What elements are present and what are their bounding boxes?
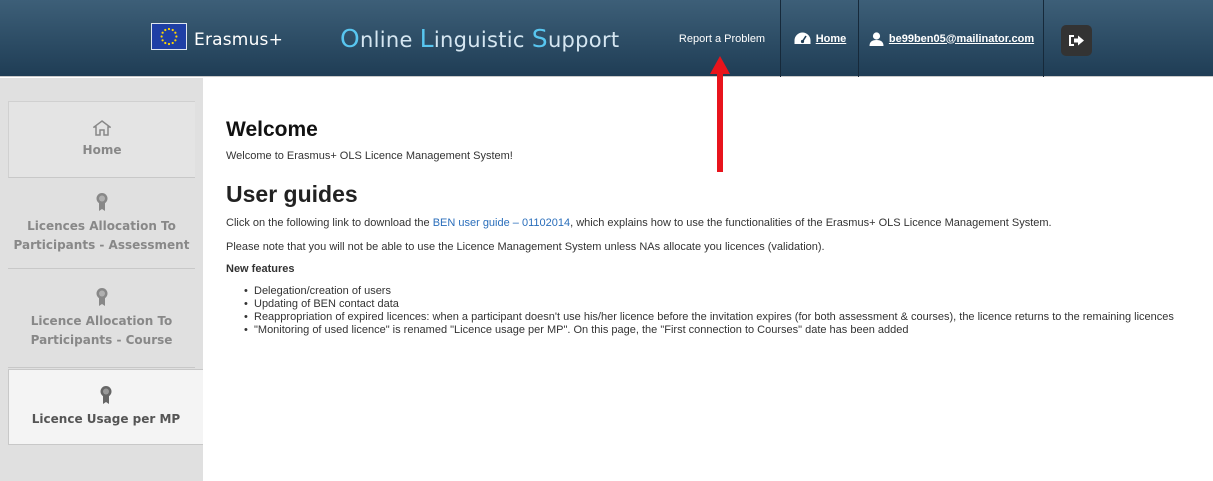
eu-flag-icon — [151, 23, 187, 50]
features-list: Delegation/creation of users Updating of… — [226, 285, 1201, 337]
ribbon-icon — [100, 386, 112, 404]
title-letter: L — [419, 24, 434, 53]
sidebar-item-label-line2: Participants - Course — [30, 333, 173, 347]
guide-paragraph: Click on the following link to download … — [226, 217, 1201, 229]
user-icon — [869, 31, 884, 46]
new-features-heading: New features — [226, 263, 295, 275]
title-word: nline — [359, 28, 420, 52]
list-item: Delegation/creation of users — [244, 285, 1201, 298]
user-guides-heading: User guides — [226, 181, 358, 207]
title-word: upport — [547, 28, 620, 52]
list-item: Updating of BEN contact data — [244, 298, 1201, 311]
sidebar-item-label-line2: Participants - Assessment — [13, 238, 190, 252]
annotation-arrow-icon — [710, 56, 730, 172]
sidebar-item-home[interactable]: Home — [8, 101, 195, 178]
logout-button[interactable] — [1061, 25, 1092, 56]
title-letter: O — [340, 24, 360, 53]
sidebar-item-course[interactable]: Licence Allocation To Participants - Cou… — [8, 270, 195, 368]
sidebar-item-label: Licence Usage per MP — [31, 412, 181, 426]
list-item: "Monitoring of used licence" is renamed … — [244, 324, 1201, 337]
user-email: be99ben05@mailinator.com — [888, 32, 1035, 45]
sidebar: Home Licences Allocation To Participants… — [0, 78, 203, 481]
brand-name: Erasmus+ — [194, 30, 284, 50]
top-header: Erasmus+ Online Linguistic Support Repor… — [0, 0, 1213, 77]
ribbon-icon — [96, 288, 107, 306]
sidebar-item-label: Home — [82, 142, 122, 157]
guide-text-post: , which explains how to use the function… — [570, 217, 1052, 229]
sidebar-item-assessment[interactable]: Licences Allocation To Participants - As… — [8, 179, 195, 269]
title-letter: S — [531, 24, 548, 53]
ben-user-guide-link[interactable]: BEN user guide – 01102014 — [433, 217, 570, 229]
dashboard-icon — [794, 32, 811, 44]
guide-text-pre: Click on the following link to download … — [226, 217, 433, 229]
app-title: Online Linguistic Support — [340, 24, 619, 53]
sidebar-item-label-line1: Licence Allocation To — [30, 314, 173, 328]
report-problem-label: Report a Problem — [678, 32, 766, 45]
home-link-label: Home — [815, 32, 847, 45]
home-link[interactable]: Home — [782, 0, 859, 77]
ribbon-icon — [96, 193, 107, 211]
list-item: Reappropriation of expired licences: whe… — [244, 311, 1201, 324]
sidebar-item-label-line1: Licences Allocation To — [27, 219, 176, 233]
title-word: inguistic — [433, 28, 532, 52]
home-icon — [93, 119, 111, 136]
note-paragraph: Please note that you will not be able to… — [226, 241, 825, 253]
sidebar-item-usage[interactable]: Licence Usage per MP — [8, 369, 203, 445]
user-account-link[interactable]: be99ben05@mailinator.com — [860, 0, 1044, 77]
logout-icon — [1069, 35, 1084, 46]
